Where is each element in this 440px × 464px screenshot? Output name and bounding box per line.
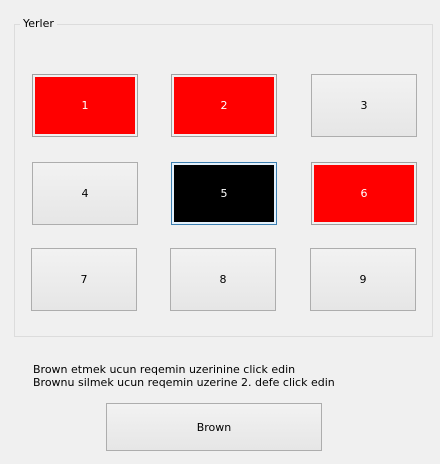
instruction-text-add: Brown etmek ucun reqemin uzerinine click…: [33, 363, 296, 376]
seat-button-5[interactable]: 5: [171, 162, 277, 225]
instruction-text-remove: Brownu silmek ucun reqemin uzerine 2. de…: [33, 376, 335, 389]
seat-button-1[interactable]: 1: [32, 74, 138, 137]
seat-button-2[interactable]: 2: [171, 74, 277, 137]
seat-button-3[interactable]: 3: [311, 74, 417, 137]
seat-button-4[interactable]: 4: [32, 162, 138, 225]
seat-button-8[interactable]: 8: [170, 248, 276, 311]
seat-button-6[interactable]: 6: [311, 162, 417, 225]
groupbox-title: Yerler: [20, 17, 57, 31]
seat-button-7[interactable]: 7: [31, 248, 137, 311]
brown-button[interactable]: Brown: [106, 403, 322, 451]
seat-button-9[interactable]: 9: [310, 248, 416, 311]
